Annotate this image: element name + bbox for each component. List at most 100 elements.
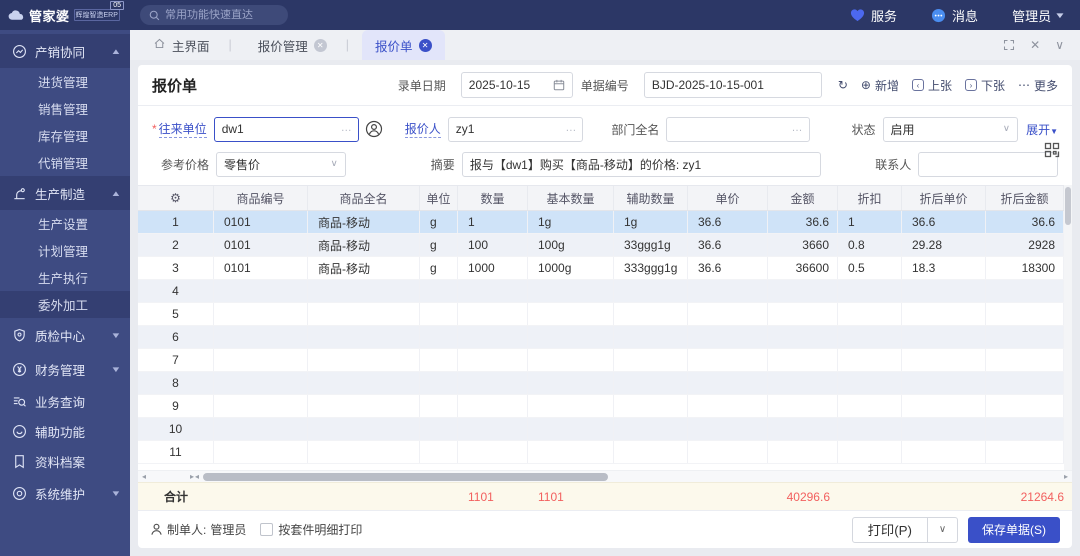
- summary-input[interactable]: [462, 152, 821, 177]
- sidebar-item-system[interactable]: 系统维护▼: [0, 476, 130, 510]
- sidebar-item-prod-exec[interactable]: 生产执行: [0, 264, 130, 291]
- table-row[interactable]: 5: [138, 303, 1064, 326]
- cell: [528, 395, 614, 417]
- table-row[interactable]: 20101商品-移动g100100g33ggg1g36.636600.829.2…: [138, 234, 1064, 257]
- service-link[interactable]: 服务: [850, 6, 897, 25]
- pane-split-right-icon[interactable]: ▸: [190, 472, 194, 481]
- maker-label: 制单人:: [167, 521, 206, 538]
- sidebar-item-consign[interactable]: 代销管理: [0, 149, 130, 176]
- sidebar-item-inventory[interactable]: 库存管理: [0, 122, 130, 149]
- table-row[interactable]: 11: [138, 441, 1064, 464]
- maximize-icon[interactable]: [1003, 39, 1015, 51]
- card-header: 报价单 录单日期 2025-10-15 单据编号 BJD-2025-10-15-…: [138, 65, 1072, 106]
- column-settings-gear-icon[interactable]: ⚙: [138, 186, 214, 210]
- brand-suffix: 辉煌智造ERP: [74, 9, 120, 21]
- message-icon: [931, 8, 946, 23]
- cell: [214, 418, 308, 440]
- print-by-kit-option[interactable]: 按套件明细打印: [260, 521, 362, 538]
- doc-no-input[interactable]: BJD-2025-10-15-001: [644, 72, 822, 98]
- sidebar-item-assist[interactable]: 辅助功能: [0, 416, 130, 446]
- checkbox-icon[interactable]: [260, 523, 273, 536]
- contact-person-icon[interactable]: [365, 120, 383, 138]
- messages-label: 消息: [952, 6, 978, 25]
- close-icon[interactable]: ✕: [1030, 38, 1040, 52]
- messages-link[interactable]: 消息: [931, 6, 978, 25]
- contact-input[interactable]: [918, 152, 1058, 177]
- status-select[interactable]: [883, 117, 1019, 142]
- tab-home[interactable]: 主界面|: [140, 30, 245, 60]
- new-button[interactable]: ⊕新增: [861, 77, 899, 94]
- quotation-card: 报价单 录单日期 2025-10-15 单据编号 BJD-2025-10-15-…: [138, 65, 1072, 548]
- sidebar-item-outsourcing[interactable]: 委外加工: [0, 291, 130, 318]
- scroll-left-icon[interactable]: ◂: [138, 472, 150, 481]
- partner-input[interactable]: [214, 117, 359, 142]
- cell: [614, 280, 688, 302]
- cell: [214, 441, 308, 463]
- user-menu[interactable]: 管理员 ▼: [1012, 6, 1064, 25]
- record-date-input[interactable]: 2025-10-15: [461, 72, 573, 98]
- sidebar-item-plan-mgmt[interactable]: 计划管理: [0, 237, 130, 264]
- table-row[interactable]: 7: [138, 349, 1064, 372]
- sidebar-item-purchase[interactable]: 进货管理: [0, 68, 130, 95]
- sidebar-item-production[interactable]: 生产制造▲: [0, 176, 130, 210]
- sidebar-item-collab[interactable]: 产销协同▲: [0, 34, 130, 68]
- sidebar-item-prod-setup[interactable]: 生产设置: [0, 210, 130, 237]
- sidebar-item-qc-center[interactable]: 质检中心▼: [0, 318, 130, 352]
- vertical-scrollbar[interactable]: [1064, 185, 1072, 470]
- print-button[interactable]: 打印(P): [852, 517, 928, 543]
- table-row[interactable]: 30101商品-移动g10001000g333ggg1g36.6366000.5…: [138, 257, 1064, 280]
- qr-code-icon[interactable]: [1044, 142, 1060, 158]
- cell: 36600: [768, 257, 838, 279]
- expand-toggle[interactable]: 展开▼: [1026, 121, 1058, 138]
- partner-label[interactable]: 往来单位: [159, 120, 207, 138]
- cell: 100g: [528, 234, 614, 256]
- tab-quote-mgmt[interactable]: 报价管理✕|: [245, 30, 362, 60]
- table-row[interactable]: 4: [138, 280, 1064, 303]
- app-window: 管家婆 辉煌智造ERP 05 产销协同▲进货管理销售管理库存管理代销管理生产制造…: [0, 0, 1080, 556]
- table-row[interactable]: 6: [138, 326, 1064, 349]
- sidebar-item-biz-query[interactable]: 业务查询: [0, 386, 130, 416]
- quoter-input[interactable]: [448, 117, 584, 142]
- sidebar-item-finance[interactable]: 财务管理▼: [0, 352, 130, 386]
- cell: 1: [138, 211, 214, 233]
- cell: [688, 303, 768, 325]
- table-row[interactable]: 10101商品-移动g11g1g36.636.6136.636.6: [138, 211, 1064, 234]
- sidebar-item-sales[interactable]: 销售管理: [0, 95, 130, 122]
- scroll-right-icon[interactable]: ▸: [1060, 472, 1072, 481]
- cell: 100: [458, 234, 528, 256]
- cell: [986, 326, 1064, 348]
- save-button[interactable]: 保存单据(S): [968, 517, 1060, 543]
- horizontal-scrollbar-thumb[interactable]: [203, 473, 608, 481]
- cell: [838, 372, 902, 394]
- refresh-button[interactable]: ↻: [838, 78, 848, 92]
- service-label: 服务: [871, 6, 897, 25]
- table-body: 10101商品-移动g11g1g36.636.6136.636.620101商品…: [138, 211, 1064, 470]
- cell: 36.6: [688, 234, 768, 256]
- tab-quote-form[interactable]: 报价单✕: [362, 30, 445, 60]
- prev-record-button[interactable]: ‹上张: [912, 77, 952, 94]
- print-dropdown-button[interactable]: ∨: [928, 517, 958, 543]
- cell: [986, 349, 1064, 371]
- table-row[interactable]: 10: [138, 418, 1064, 441]
- cell: [308, 280, 420, 302]
- dept-input[interactable]: [666, 117, 809, 142]
- sidebar-item-archives[interactable]: 资料档案: [0, 446, 130, 476]
- horizontal-scrollbar[interactable]: ◂ ▸◂ ▸: [138, 470, 1072, 482]
- table-row[interactable]: 9: [138, 395, 1064, 418]
- global-search-input[interactable]: [165, 9, 279, 21]
- ref-price-select[interactable]: [216, 152, 346, 177]
- chevron-down-icon: ▼: [110, 489, 121, 498]
- window-controls: ✕ ∨: [1003, 30, 1064, 60]
- tab-close-icon[interactable]: ✕: [314, 39, 327, 52]
- tab-close-icon[interactable]: ✕: [419, 39, 432, 52]
- vertical-scrollbar-thumb[interactable]: [1065, 187, 1071, 225]
- next-record-button[interactable]: ›下张: [965, 77, 1005, 94]
- collapse-icon[interactable]: ∨: [1055, 38, 1064, 52]
- totals-value: [420, 483, 458, 510]
- quoter-label[interactable]: 报价人: [405, 120, 441, 138]
- table-row[interactable]: 8: [138, 372, 1064, 395]
- global-search[interactable]: [140, 5, 288, 25]
- tab-label: 主界面: [172, 36, 210, 55]
- cell: 1000g: [528, 257, 614, 279]
- more-button[interactable]: ⋯更多: [1018, 77, 1058, 94]
